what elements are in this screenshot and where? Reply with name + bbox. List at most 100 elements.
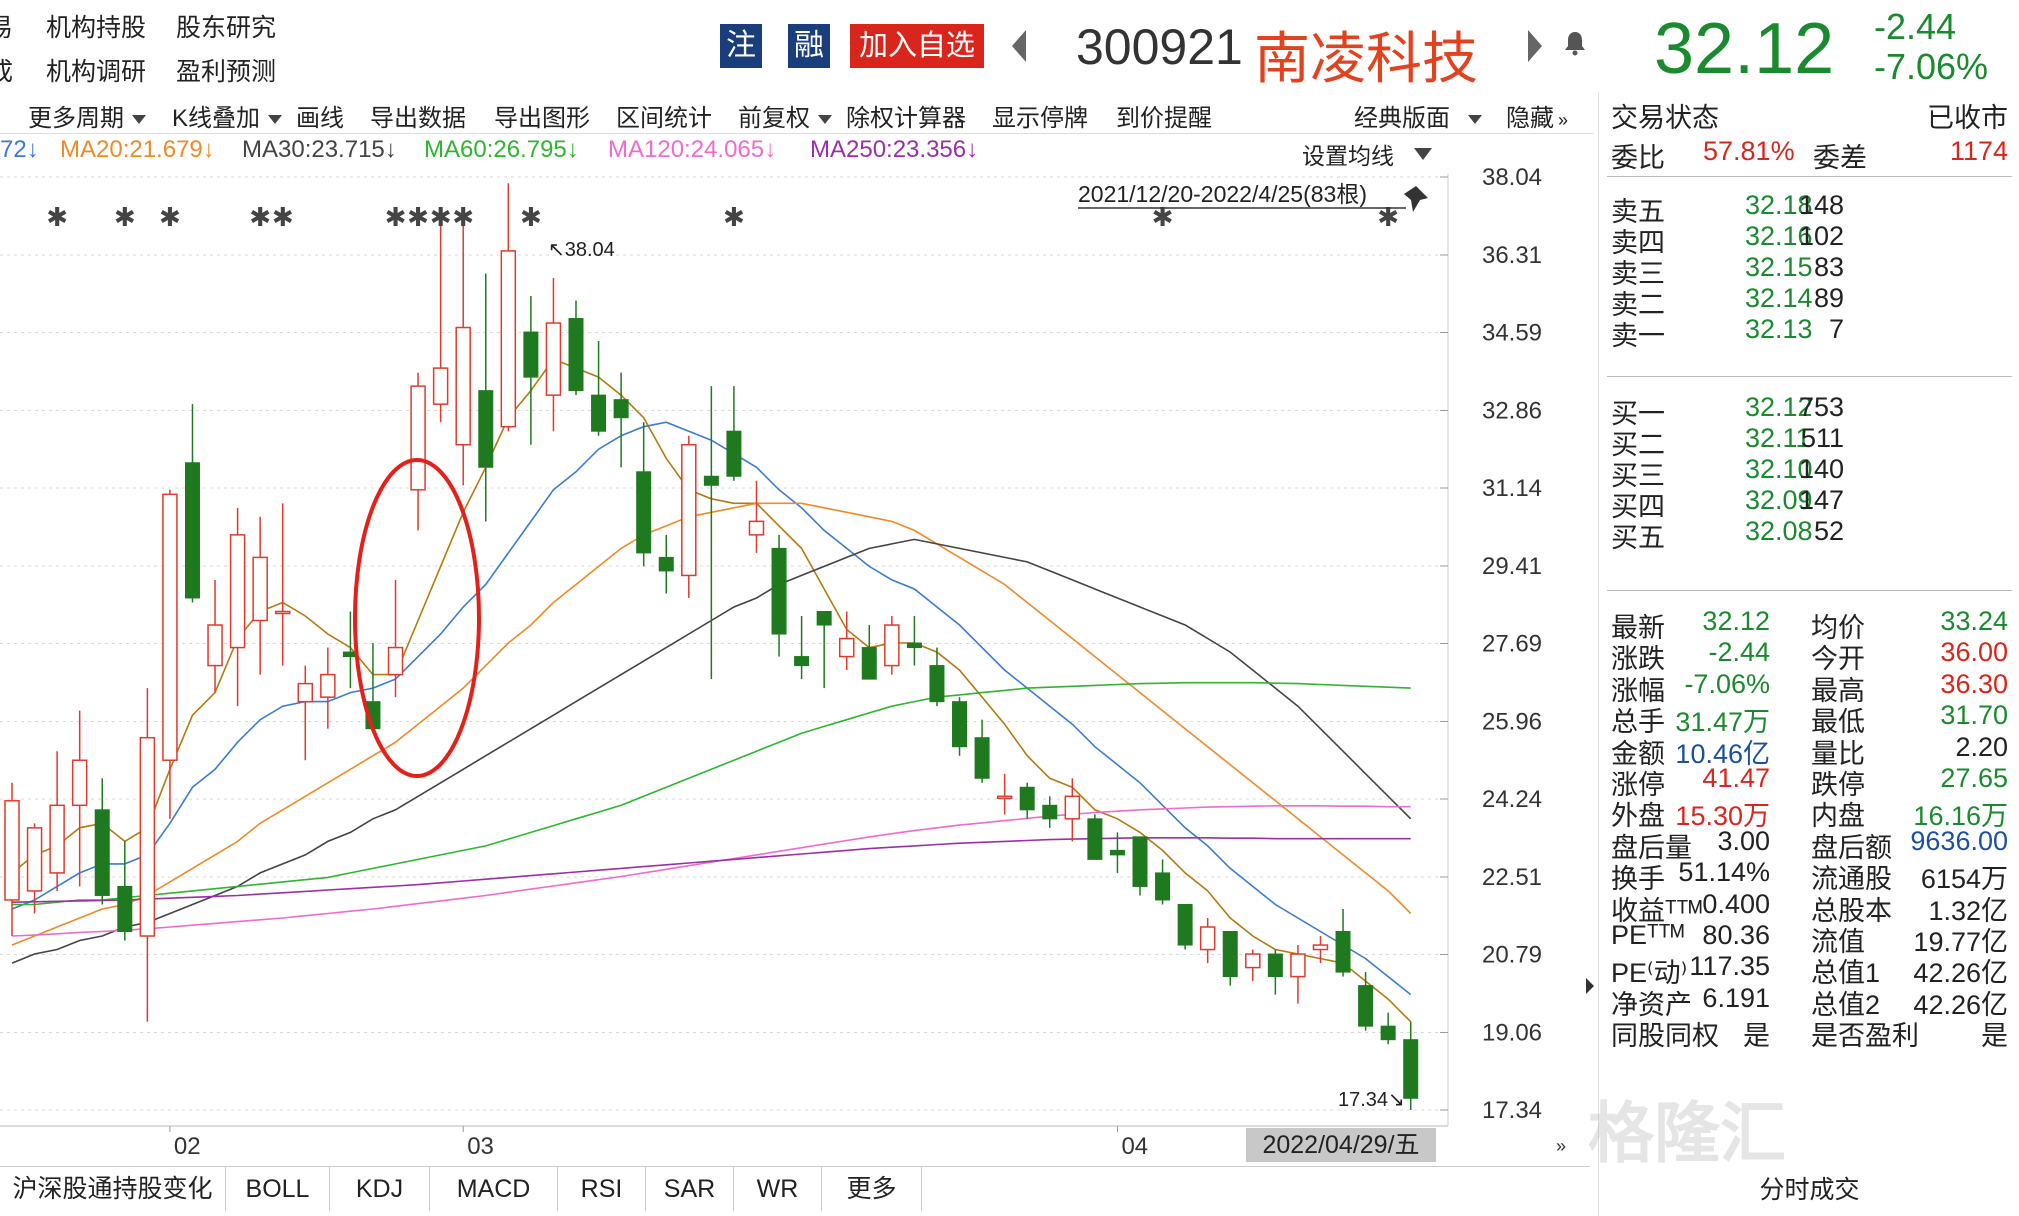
tab-indicator[interactable]: SAR — [646, 1167, 734, 1211]
candle[interactable] — [410, 372, 426, 531]
nav-cut-1[interactable]: 易 — [0, 8, 13, 44]
candle[interactable] — [1267, 949, 1283, 995]
candle[interactable] — [71, 710, 88, 887]
candle[interactable] — [252, 516, 268, 675]
candle[interactable] — [748, 480, 765, 553]
candle[interactable] — [207, 579, 223, 693]
candle[interactable] — [478, 273, 494, 522]
candle[interactable] — [1358, 972, 1374, 1031]
candle[interactable] — [1087, 814, 1103, 860]
event-marker-icon[interactable]: ✱ — [407, 203, 429, 233]
candle[interactable] — [1380, 1012, 1396, 1045]
event-marker-icon[interactable]: ✱ — [520, 203, 542, 233]
candle[interactable] — [1222, 931, 1238, 986]
candle[interactable] — [1042, 796, 1058, 828]
candle[interactable] — [996, 773, 1013, 815]
classic-layout-dropdown[interactable]: 经典版面 — [1354, 98, 1482, 133]
candle[interactable] — [1132, 836, 1148, 896]
candle[interactable] — [613, 372, 629, 468]
nav-institution-research[interactable]: 机构调研 — [46, 52, 146, 88]
draw-line-button[interactable]: 画线 — [296, 98, 344, 133]
candle[interactable] — [117, 841, 133, 941]
event-marker-icon[interactable]: ✱ — [249, 203, 271, 233]
event-marker-icon[interactable]: ✱ — [723, 203, 745, 233]
add-watchlist-button[interactable]: 加入自选 — [850, 24, 984, 68]
candle[interactable] — [320, 647, 336, 729]
candle[interactable] — [1403, 1021, 1419, 1110]
ask-row[interactable]: 卖一 32.13 7 — [1599, 312, 2019, 351]
bid-row[interactable]: 买五 32.08 52 — [1599, 514, 2019, 553]
candle[interactable] — [432, 210, 449, 423]
candle[interactable] — [816, 610, 832, 689]
set-ma-button[interactable]: 设置均线 — [1302, 143, 1394, 169]
candle[interactable] — [861, 625, 877, 680]
candle[interactable] — [974, 719, 990, 783]
nav-cut-2[interactable]: 成 — [0, 52, 13, 88]
prev-stock-icon[interactable] — [1012, 30, 1026, 62]
nav-institution-holdings[interactable]: 机构持股 — [46, 8, 146, 44]
candle[interactable] — [455, 214, 471, 486]
candle[interactable] — [681, 435, 697, 598]
candle[interactable] — [1064, 778, 1081, 842]
bell-icon[interactable] — [1564, 30, 1586, 56]
hide-panel-button[interactable]: 隐藏» — [1506, 98, 1568, 133]
export-data-button[interactable]: 导出数据 — [370, 98, 466, 133]
candle[interactable] — [703, 386, 719, 680]
candle[interactable] — [139, 688, 156, 1022]
more-period-dropdown[interactable]: 更多周期 — [28, 98, 146, 133]
event-marker-icon[interactable]: ✱ — [46, 203, 68, 233]
candle[interactable] — [274, 503, 291, 666]
tab-tick-trades[interactable]: 分时成交 — [1599, 1170, 2019, 1206]
ex-right-calculator-button[interactable]: 除权计算器 — [846, 98, 966, 133]
candle[interactable] — [1245, 949, 1261, 982]
kline-overlay-dropdown[interactable]: K线叠加 — [172, 98, 283, 133]
candle[interactable] — [26, 823, 43, 914]
kline-chart[interactable]: ✱ ✱ ✱ ✱ ✱ ✱ ✱ ✱ ✱ ✱ ✱ ✱ ✱ 38.0436.3134.5932.8631.142… — [0, 134, 1594, 1166]
scroll-right-icon[interactable]: » — [1556, 1136, 1566, 1156]
tab-indicator[interactable]: 沪深股通持股变化 — [0, 1167, 226, 1211]
candle[interactable] — [906, 616, 922, 666]
event-marker-icon[interactable]: ✱ — [430, 203, 452, 233]
candle[interactable] — [500, 183, 517, 432]
event-marker-icon[interactable]: ✱ — [385, 203, 407, 233]
candle[interactable] — [726, 386, 742, 481]
candle[interactable] — [1199, 917, 1216, 964]
price-alert-button[interactable]: 到价提醒 — [1116, 98, 1212, 133]
tab-indicator[interactable]: BOLL — [226, 1167, 330, 1211]
candle[interactable] — [49, 751, 65, 891]
next-stock-icon[interactable] — [1528, 30, 1542, 62]
nav-earnings-forecast[interactable]: 盈利预测 — [176, 52, 276, 88]
candle[interactable] — [545, 277, 562, 432]
export-chart-button[interactable]: 导出图形 — [494, 98, 590, 133]
tab-indicator[interactable]: MACD — [430, 1167, 558, 1211]
candle[interactable] — [1155, 859, 1171, 905]
pin-icon[interactable] — [1404, 186, 1428, 212]
expand-right-icon[interactable] — [1586, 978, 1594, 994]
candle[interactable] — [523, 295, 539, 445]
candle[interactable] — [4, 782, 20, 937]
event-marker-icon[interactable]: ✱ — [272, 203, 294, 233]
nav-shareholder-research[interactable]: 股东研究 — [176, 8, 276, 44]
tab-indicator[interactable]: KDJ — [330, 1167, 430, 1211]
candle[interactable] — [1177, 903, 1193, 950]
candle[interactable] — [94, 778, 110, 905]
candle[interactable] — [884, 616, 900, 675]
range-stats-button[interactable]: 区间统计 — [616, 98, 712, 133]
candle[interactable] — [1335, 908, 1351, 977]
event-marker-icon[interactable]: ✱ — [452, 203, 474, 233]
candle[interactable] — [387, 579, 404, 698]
candle[interactable] — [952, 697, 968, 756]
candle[interactable] — [636, 422, 652, 567]
candle[interactable] — [794, 616, 810, 680]
tab-indicator[interactable]: 更多 — [822, 1167, 922, 1211]
event-marker-icon[interactable]: ✱ — [159, 203, 181, 233]
candle[interactable] — [184, 404, 200, 603]
tab-indicator[interactable]: RSI — [558, 1167, 646, 1211]
event-marker-icon[interactable]: ✱ — [114, 203, 136, 233]
show-suspension-button[interactable]: 显示停牌 — [992, 98, 1088, 133]
candle[interactable] — [1019, 782, 1035, 819]
candle[interactable] — [229, 507, 246, 707]
candle[interactable] — [591, 341, 607, 436]
candle[interactable] — [771, 534, 787, 657]
candle[interactable] — [162, 489, 178, 819]
